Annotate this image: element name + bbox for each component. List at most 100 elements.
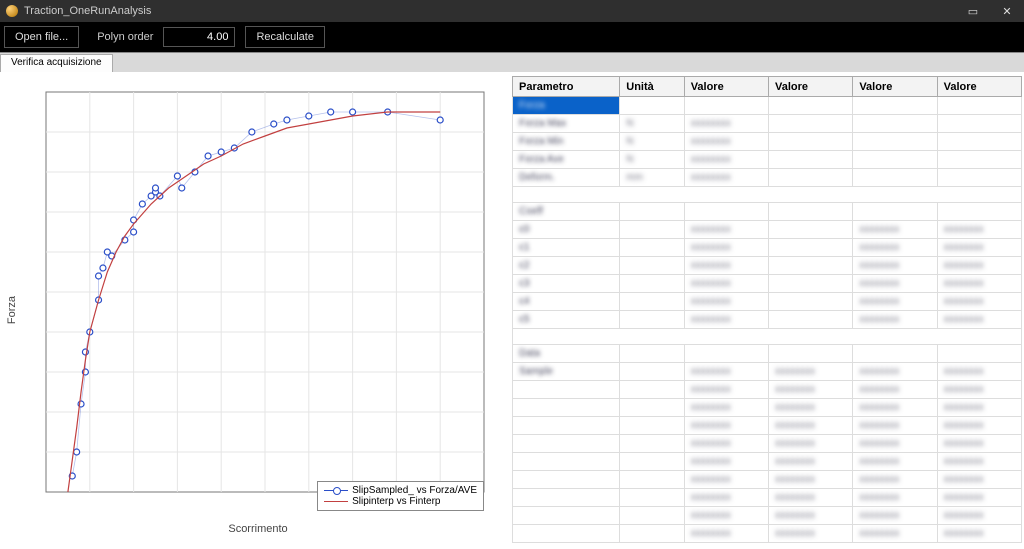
table-cell: xxxxxxxx [684,453,768,471]
parameter-table-panel: ParametroUnitàValoreValoreValoreValore F… [510,72,1024,549]
table-cell [769,239,853,257]
table-cell: xxxxxxxx [937,239,1021,257]
table-cell: xxxxxxxx [937,381,1021,399]
table-row[interactable]: Data [513,345,1022,363]
table-cell [769,133,853,151]
table-cell: xxxxxxxx [853,381,937,399]
table-cell [620,293,684,311]
window-title: Traction_OneRunAnalysis [24,5,966,17]
table-row[interactable]: Deform.mmxxxxxxxx [513,169,1022,187]
table-row[interactable]: c0xxxxxxxxxxxxxxxxxxxxxxxx [513,221,1022,239]
restore-button[interactable]: ▭ [966,4,980,18]
table-cell: xxxxxxxx [769,453,853,471]
polyn-order-label: Polyn order [97,31,153,43]
table-cell: c3 [513,275,620,293]
table-cell [620,399,684,417]
table-row[interactable]: c5xxxxxxxxxxxxxxxxxxxxxxxx [513,311,1022,329]
table-cell [620,363,684,381]
table-cell: N [620,133,684,151]
tab-verifica-acquisizione[interactable]: Verifica acquisizione [0,54,113,72]
table-cell: Forza [513,97,620,115]
table-cell: N [620,115,684,133]
legend-swatch-icon [324,498,348,506]
recalculate-button[interactable]: Recalculate [245,26,324,48]
polyn-order-input[interactable] [163,27,235,47]
column-header[interactable]: Valore [853,77,937,97]
table-cell [620,435,684,453]
table-cell: xxxxxxxx [937,489,1021,507]
table-cell [937,203,1021,221]
table-row[interactable]: xxxxxxxxxxxxxxxxxxxxxxxxxxxxxxxx [513,471,1022,489]
open-file-button[interactable]: Open file... [4,26,79,48]
table-row[interactable]: xxxxxxxxxxxxxxxxxxxxxxxxxxxxxxxx [513,435,1022,453]
table-cell [937,97,1021,115]
column-header[interactable]: Valore [937,77,1021,97]
table-cell [769,257,853,275]
column-header[interactable]: Parametro [513,77,620,97]
table-cell [513,525,620,543]
table-cell: xxxxxxxx [684,435,768,453]
table-cell [620,257,684,275]
table-row[interactable]: c1xxxxxxxxxxxxxxxxxxxxxxxx [513,239,1022,257]
table-row[interactable]: xxxxxxxxxxxxxxxxxxxxxxxxxxxxxxxx [513,489,1022,507]
table-cell: xxxxxxxx [684,151,768,169]
table-cell: xxxxxxxx [937,293,1021,311]
table-cell [853,151,937,169]
table-row[interactable]: Forza MinNxxxxxxxx [513,133,1022,151]
parameter-table[interactable]: ParametroUnitàValoreValoreValoreValore F… [512,76,1022,543]
table-cell [620,203,684,221]
table-cell [620,489,684,507]
table-cell [853,203,937,221]
table-row[interactable]: xxxxxxxxxxxxxxxxxxxxxxxxxxxxxxxx [513,453,1022,471]
close-button[interactable]: ✕ [1000,4,1014,18]
table-row[interactable]: Forza AveNxxxxxxxx [513,151,1022,169]
y-axis-label: Forza [6,295,18,323]
table-row[interactable]: c2xxxxxxxxxxxxxxxxxxxxxxxx [513,257,1022,275]
table-row[interactable]: Forza MaxNxxxxxxxx [513,115,1022,133]
table-row[interactable]: Forza [513,97,1022,115]
table-row[interactable]: xxxxxxxxxxxxxxxxxxxxxxxxxxxxxxxx [513,525,1022,543]
table-cell [620,417,684,435]
table-cell: xxxxxxxx [937,471,1021,489]
table-cell: xxxxxxxx [684,489,768,507]
table-cell [937,151,1021,169]
table-cell [853,97,937,115]
table-cell [620,525,684,543]
table-row[interactable]: xxxxxxxxxxxxxxxxxxxxxxxxxxxxxxxx [513,381,1022,399]
table-cell: xxxxxxxx [937,311,1021,329]
table-cell [620,345,684,363]
table-row[interactable]: xxxxxxxxxxxxxxxxxxxxxxxxxxxxxxxx [513,417,1022,435]
table-cell [853,115,937,133]
table-cell: Forza Max [513,115,620,133]
table-cell: xxxxxxxx [684,399,768,417]
table-row[interactable]: Samplexxxxxxxxxxxxxxxxxxxxxxxxxxxxxxxx [513,363,1022,381]
table-cell [513,399,620,417]
table-cell [937,115,1021,133]
column-header[interactable]: Valore [684,77,768,97]
table-cell: xxxxxxxx [937,399,1021,417]
column-header[interactable]: Valore [769,77,853,97]
table-cell: N [620,151,684,169]
tabstrip: Verifica acquisizione [0,52,1024,72]
table-cell: xxxxxxxx [684,275,768,293]
chart-plot[interactable] [14,86,494,516]
table-row[interactable]: c3xxxxxxxxxxxxxxxxxxxxxxxx [513,275,1022,293]
table-row[interactable]: c4xxxxxxxxxxxxxxxxxxxxxxxx [513,293,1022,311]
table-cell [513,417,620,435]
table-cell: xxxxxxxx [853,453,937,471]
table-row[interactable]: xxxxxxxxxxxxxxxxxxxxxxxxxxxxxxxx [513,507,1022,525]
workarea: Forza Scorrimento SlipSampled_ vs Forza/… [0,72,1024,549]
table-cell: xxxxxxxx [684,381,768,399]
table-cell: xxxxxxxx [684,471,768,489]
table-cell: xxxxxxxx [684,525,768,543]
table-row[interactable]: Coeff [513,203,1022,221]
table-cell: xxxxxxxx [769,381,853,399]
table-cell: xxxxxxxx [684,239,768,257]
table-cell [769,97,853,115]
table-cell: xxxxxxxx [937,507,1021,525]
table-row[interactable]: xxxxxxxxxxxxxxxxxxxxxxxxxxxxxxxx [513,399,1022,417]
table-cell [620,453,684,471]
table-cell [769,345,853,363]
column-header[interactable]: Unità [620,77,684,97]
table-cell: xxxxxxxx [853,239,937,257]
